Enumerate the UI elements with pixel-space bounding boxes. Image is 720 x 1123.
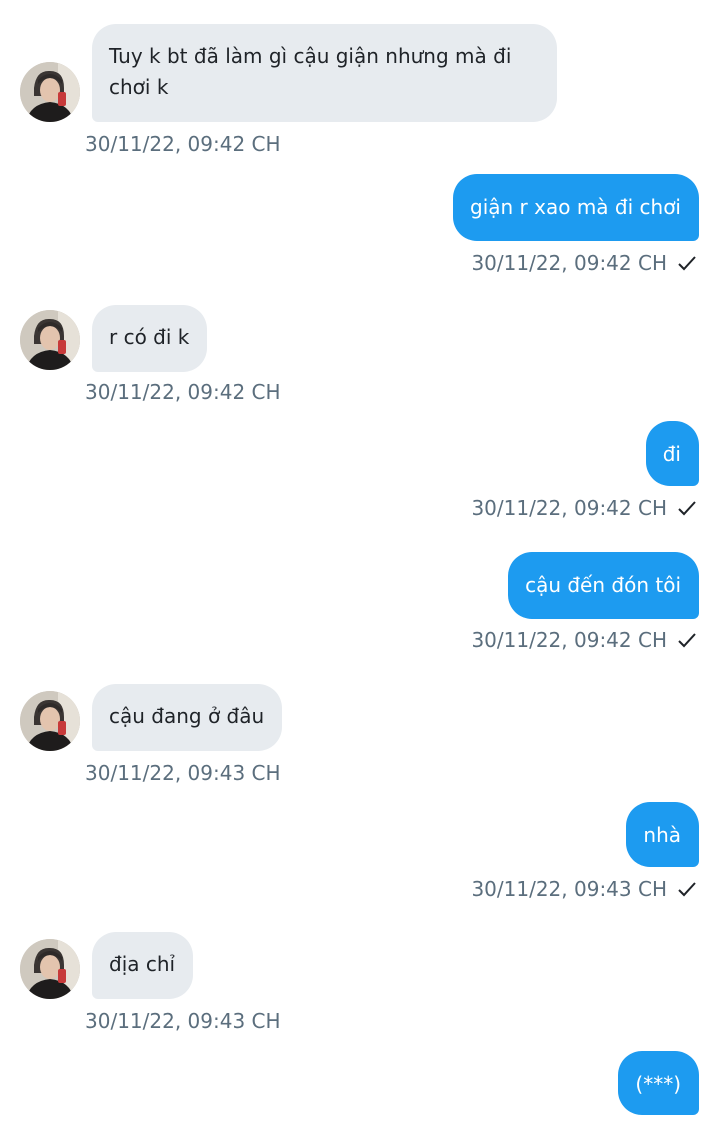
message-text: địa chỉ (109, 952, 176, 976)
message-timestamp: 30/11/22, 09:42 CH (471, 251, 667, 275)
avatar-photo-icon (20, 691, 80, 751)
message-timestamp: 30/11/22, 09:42 CH (471, 496, 667, 520)
check-icon (678, 256, 696, 271)
message-text: nhà (643, 823, 681, 847)
avatar-photo-icon (20, 939, 80, 999)
message-text: giận r xao mà đi chơi (470, 195, 681, 219)
message-timestamp: 30/11/22, 09:43 CH (85, 761, 281, 785)
avatar[interactable] (20, 691, 80, 751)
message-text: r có đi k (109, 325, 190, 349)
message-bubble-outgoing[interactable]: đi (645, 421, 699, 486)
message-bubble-outgoing[interactable]: nhà (626, 802, 699, 867)
message-meta: 30/11/22, 09:42 CH (471, 250, 697, 276)
conversation: Tuy k bt đã làm gì cậu giận nhưng mà đi … (0, 0, 720, 1123)
message-meta: 30/11/22, 09:43 CH (471, 876, 697, 902)
message-text: cậu đến đón tôi (525, 573, 681, 597)
message-text: (***) (635, 1072, 681, 1096)
message-timestamp: 30/11/22, 09:42 CH (85, 132, 281, 156)
message-meta: 30/11/22, 09:42 CH (471, 495, 697, 521)
message-timestamp: 30/11/22, 09:42 CH (471, 628, 667, 652)
message-bubble-incoming[interactable]: r có đi k (92, 305, 208, 372)
message-bubble-incoming[interactable]: Tuy k bt đã làm gì cậu giận nhưng mà đi … (92, 24, 557, 122)
message-bubble-incoming[interactable]: địa chỉ (92, 932, 194, 999)
message-text: đi (662, 442, 681, 466)
avatar-photo-icon (20, 62, 80, 122)
message-bubble-outgoing[interactable]: cậu đến đón tôi (508, 552, 699, 619)
message-bubble-outgoing[interactable]: giận r xao mà đi chơi (453, 174, 699, 241)
message-bubble-outgoing[interactable]: (***) (618, 1051, 699, 1115)
avatar[interactable] (20, 939, 80, 999)
check-icon (678, 501, 696, 516)
message-text: cậu đang ở đâu (109, 704, 265, 728)
avatar-photo-icon (20, 310, 80, 370)
message-timestamp: 30/11/22, 09:43 CH (471, 877, 667, 901)
message-text: Tuy k bt đã làm gì cậu giận nhưng mà đi … (109, 44, 512, 99)
avatar[interactable] (20, 62, 80, 122)
avatar[interactable] (20, 310, 80, 370)
message-meta: 30/11/22, 09:42 CH (471, 627, 697, 653)
message-timestamp: 30/11/22, 09:42 CH (85, 380, 281, 404)
message-bubble-incoming[interactable]: cậu đang ở đâu (92, 684, 283, 751)
check-icon (678, 882, 696, 897)
message-timestamp: 30/11/22, 09:43 CH (85, 1009, 281, 1033)
check-icon (678, 633, 696, 648)
